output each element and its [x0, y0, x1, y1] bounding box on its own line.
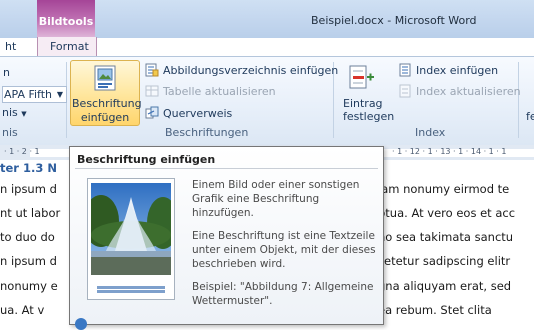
tooltip-text: Einem Bild oder einer sonstigen — [192, 179, 360, 191]
index-group-label: Index — [415, 126, 446, 139]
tooltip-text: Wettermuster". — [192, 295, 273, 307]
tooltip-divider — [75, 168, 378, 169]
citation-style-value: APA Fifth — [4, 88, 53, 101]
update-index-icon — [399, 84, 411, 98]
citation-style-dropdown[interactable]: APA Fifth ▼ — [2, 86, 68, 103]
mark-entry-label-line2[interactable]: festlegen — [343, 110, 394, 123]
window-title: Beispiel.docx - Microsoft Word — [311, 14, 477, 27]
tooltip-text: hinzufügen. — [192, 207, 254, 219]
picture-tools-label: Bildtools — [38, 15, 94, 28]
group-separator — [518, 62, 519, 138]
update-table-icon — [145, 85, 159, 97]
document-line: gna aliquyam erat, sed — [378, 279, 512, 293]
partial-ribbon-item[interactable]: n — [3, 66, 10, 79]
cross-reference-button[interactable]: Querverweis — [163, 107, 232, 120]
partial-ribbon-dropdown[interactable]: nis ▼ — [2, 106, 27, 119]
help-icon — [75, 318, 87, 330]
update-index-button[interactable]: Index aktualisieren — [416, 85, 521, 98]
document-line: to duo do — [0, 230, 55, 244]
chevron-down-icon: ▼ — [21, 110, 27, 118]
ruler-marks-right: · 1 · 12 · 1 · 13 · 1 · 14 · 1 · 1 — [392, 147, 507, 156]
captions-group-label: Beschriftungen — [165, 126, 249, 139]
document-line: iam nonumy eirmod te — [378, 182, 510, 196]
table-of-figures-icon — [145, 63, 159, 77]
chevron-down-icon: ▼ — [56, 90, 64, 99]
picture-caption-icon — [94, 65, 116, 91]
insert-index-button[interactable]: Index einfügen — [416, 64, 498, 77]
document-line: setetur sadipscing elitr — [378, 254, 511, 268]
document-line: ua. At v — [0, 303, 45, 317]
ruler-marks-left: · 1 · 2 · 1 — [4, 147, 40, 156]
insert-table-of-figures-button[interactable]: Abbildungsverzeichnis einfügen — [163, 64, 338, 77]
tooltip-text: Grafik eine Beschriftung — [192, 193, 320, 205]
tooltip-title: Beschriftung einfügen — [77, 153, 216, 166]
document-line: ea rebum. Stet clita — [378, 303, 492, 317]
mark-entry-icon[interactable] — [348, 63, 376, 91]
tooltip-text: Eine Beschriftung ist eine Textzeile — [192, 230, 375, 242]
tab-format[interactable]: Format — [50, 40, 89, 53]
insert-caption-label-line1: Beschriftung — [72, 97, 142, 110]
partial-ribbon-item-right[interactable]: fe — [526, 110, 534, 123]
update-table-button[interactable]: Tabelle aktualisieren — [163, 85, 276, 98]
cross-reference-icon — [145, 106, 159, 119]
preview-caption-line — [97, 290, 165, 293]
document-heading: ter 1.3 N — [0, 161, 57, 175]
tooltip-text: beschrieben wird. — [192, 258, 286, 270]
tooltip-text: unter einem Objekt, mit der dieses — [192, 244, 376, 256]
fountain-image — [91, 183, 171, 275]
document-line: n ipsum d — [0, 182, 57, 196]
insert-caption-label-line2: einfügen — [80, 111, 130, 124]
partial-dropdown-label: nis — [2, 106, 18, 119]
document-line: nt ut labor — [0, 206, 61, 220]
tab-partial-left[interactable]: ht — [5, 40, 16, 53]
document-line: no sea takimata sanctu — [378, 230, 514, 244]
partial-group-label: nis — [2, 126, 18, 139]
document-line: ptua. At vero eos et acc — [378, 206, 516, 220]
tooltip-text: Beispiel: "Abbildung 7: Allgemeine — [192, 281, 374, 293]
preview-caption-line — [97, 286, 165, 289]
document-line: nonumy e — [0, 279, 58, 293]
mark-entry-label-line1[interactable]: Eintrag — [343, 97, 383, 110]
document-line: n ipsum d — [0, 254, 57, 268]
insert-index-icon — [399, 63, 411, 77]
